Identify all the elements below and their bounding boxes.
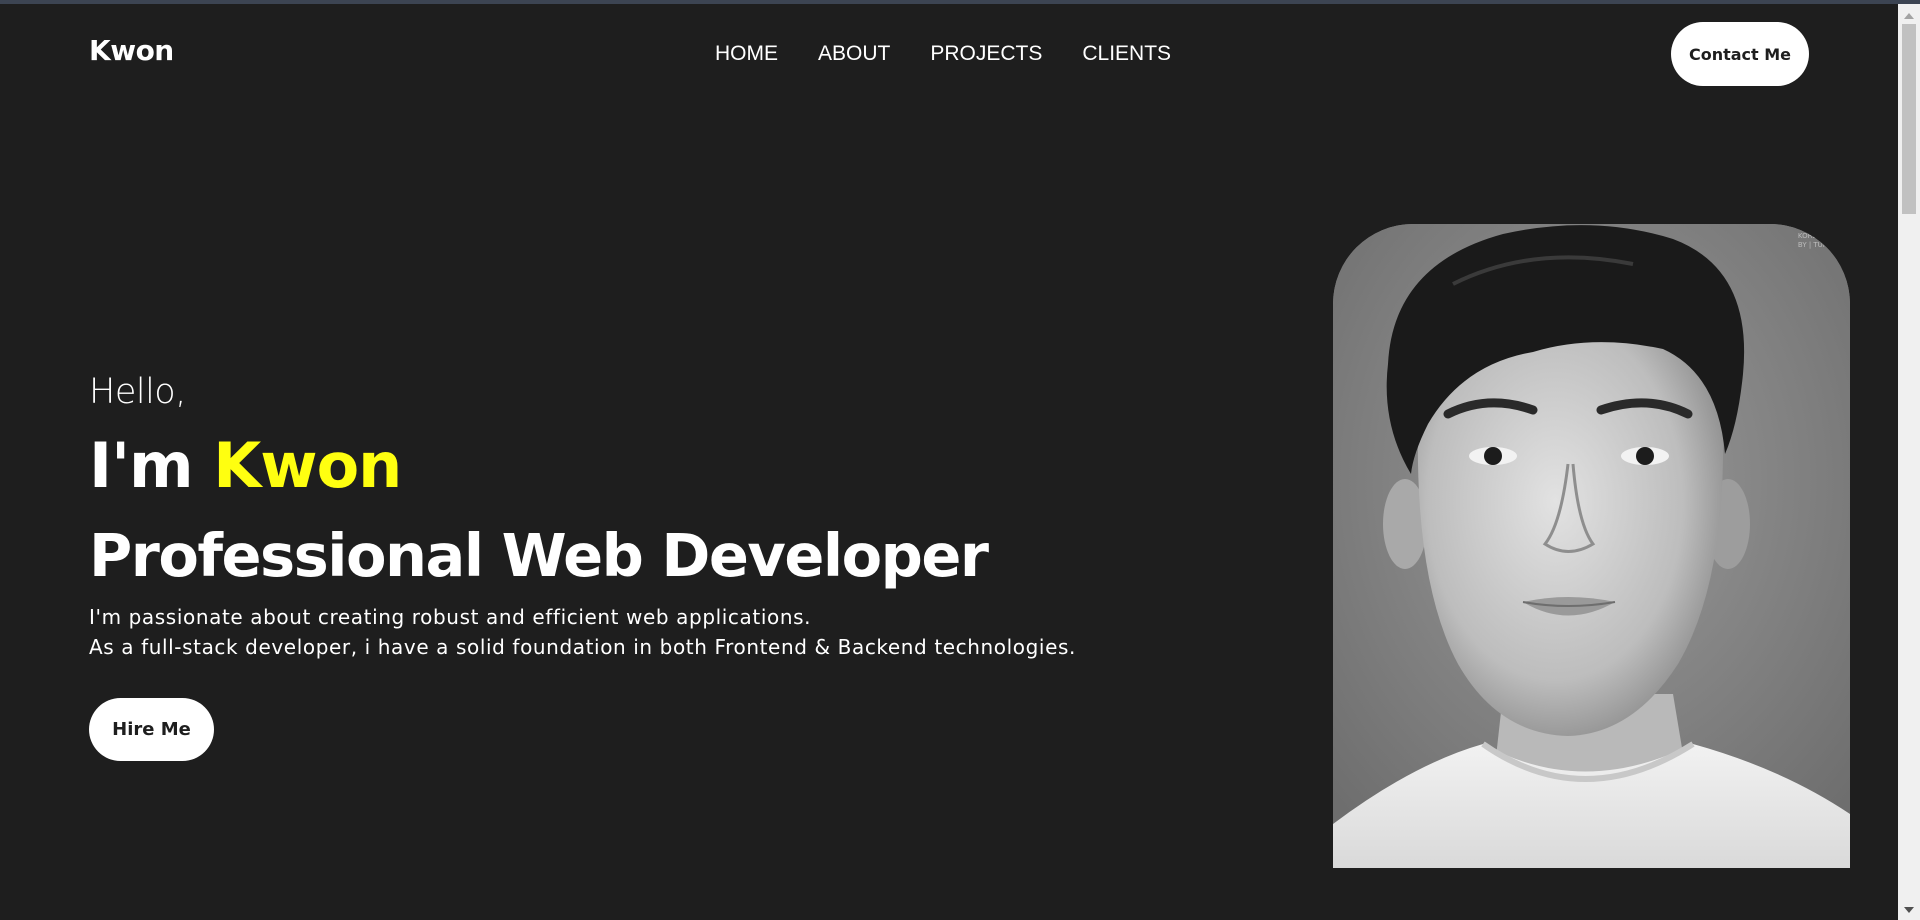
- hero-title: Professional Web Developer: [89, 521, 989, 590]
- hero-greeting: Hello,: [89, 372, 186, 412]
- scroll-up-arrow-icon[interactable]: [1898, 10, 1920, 22]
- photo-credit: KOREA BY | TUKK: [1798, 232, 1832, 250]
- window-top-strip: [0, 0, 1920, 4]
- page: Kwon HOME ABOUT PROJECTS CLIENTS Contact…: [0, 0, 1920, 920]
- photo-credit-line-2: BY | TUKK: [1797, 241, 1832, 249]
- main-nav: HOME ABOUT PROJECTS CLIENTS: [715, 40, 1171, 68]
- site-logo[interactable]: Kwon: [89, 34, 174, 67]
- nav-about[interactable]: ABOUT: [818, 40, 890, 68]
- hero-description: I'm passionate about creating robust and…: [89, 602, 1076, 662]
- hero-description-line-2: As a full-stack developer, i have a soli…: [89, 635, 1076, 659]
- nav-projects[interactable]: PROJECTS: [930, 40, 1042, 68]
- hero-name: Kwon: [213, 429, 402, 502]
- contact-me-button[interactable]: Contact Me: [1671, 22, 1809, 86]
- nav-home[interactable]: HOME: [715, 40, 778, 68]
- portrait-illustration: [1333, 224, 1850, 868]
- hero-intro: I'm Kwon: [89, 428, 402, 504]
- hire-me-button[interactable]: Hire Me: [89, 698, 214, 761]
- nav-clients[interactable]: CLIENTS: [1082, 40, 1171, 68]
- portrait-photo: KOREA BY | TUKK: [1333, 224, 1850, 868]
- scrollbar-thumb[interactable]: [1902, 24, 1916, 214]
- vertical-scrollbar[interactable]: [1898, 4, 1920, 920]
- hero-description-line-1: I'm passionate about creating robust and…: [89, 605, 812, 629]
- photo-credit-line-1: KOREA: [1797, 232, 1822, 240]
- scroll-down-arrow-icon[interactable]: [1898, 904, 1920, 916]
- hero-intro-prefix: I'm: [89, 429, 214, 502]
